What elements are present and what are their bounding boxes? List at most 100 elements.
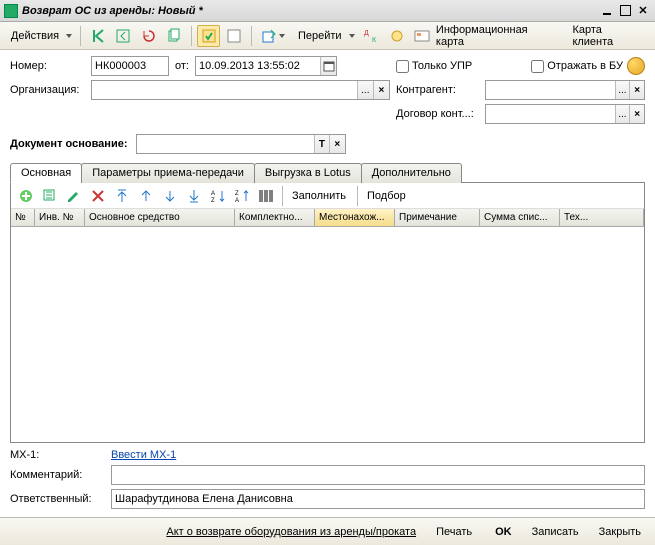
move-up-button[interactable] (135, 186, 157, 206)
number-field[interactable] (91, 56, 169, 76)
write-button[interactable]: Записать (526, 522, 585, 542)
unpost-button[interactable] (222, 25, 245, 47)
print-menu[interactable]: Печать (430, 522, 481, 542)
post-button[interactable] (197, 25, 220, 47)
sort-desc-button[interactable]: ZA (231, 186, 253, 206)
move-top-button[interactable] (111, 186, 133, 206)
resp-field[interactable] (111, 489, 645, 509)
minimize-button[interactable] (599, 4, 615, 18)
refresh-button[interactable] (137, 25, 160, 47)
col-location[interactable]: Местонахож... (315, 209, 395, 226)
copy-row-icon (42, 188, 58, 204)
date-field[interactable] (195, 56, 337, 76)
infocard-button[interactable]: Информационная карта (410, 25, 562, 47)
move-down-button[interactable] (159, 186, 181, 206)
org-field[interactable]: ... × (91, 80, 390, 100)
resp-input[interactable] (112, 490, 644, 508)
main-toolbar: Действия Перейти ДК Информационная карта… (0, 22, 655, 50)
card-icon (414, 28, 429, 44)
clientcard-button[interactable]: Карта клиента (564, 25, 651, 47)
grid-body[interactable] (11, 227, 644, 427)
svg-text:Z: Z (235, 191, 239, 197)
coin-icon[interactable] (627, 57, 645, 75)
only-upr-label: Только УПР (412, 60, 472, 72)
close-button[interactable]: ✕ (635, 4, 651, 18)
counterparty-select-button[interactable]: ... (615, 81, 630, 99)
data-grid[interactable]: № Инв. № Основное средство Комплектно...… (11, 209, 644, 442)
go-menu[interactable]: Перейти (291, 25, 358, 47)
copy-button[interactable] (162, 25, 185, 47)
col-note[interactable]: Примечание (395, 209, 480, 226)
separator (357, 186, 358, 206)
actions-menu[interactable]: Действия (4, 25, 75, 47)
clientcard-label: Карта клиента (568, 24, 647, 48)
nav-first-button[interactable] (86, 25, 109, 47)
org-clear-button[interactable]: × (373, 81, 389, 99)
tab-lotus[interactable]: Выгрузка в Lotus (254, 163, 362, 183)
dk-button[interactable]: ДК (360, 25, 383, 47)
arrow-top-icon (114, 188, 130, 204)
svg-text:Д: Д (364, 30, 369, 37)
sort-desc-icon: ZA (234, 188, 250, 204)
only-upr-checkbox[interactable]: Только УПР (396, 60, 472, 73)
mx1-label: МХ-1: (10, 449, 105, 461)
col-writeoff[interactable]: Сумма спис... (480, 209, 560, 226)
act-label: Акт о возврате оборудования из аренды/пр… (166, 526, 416, 538)
calendar-button[interactable] (320, 57, 336, 75)
docbase-field[interactable]: T × (136, 134, 346, 154)
sort-asc-button[interactable]: AZ (207, 186, 229, 206)
docbase-clear-button[interactable]: × (329, 135, 344, 153)
counterparty-input[interactable] (486, 81, 615, 99)
refresh-icon (141, 28, 156, 44)
col-inv[interactable]: Инв. № (35, 209, 85, 226)
delete-icon (90, 188, 106, 204)
docbase-type-button[interactable]: T (314, 135, 329, 153)
barcode-button[interactable] (255, 186, 277, 206)
copy-row-button[interactable] (39, 186, 61, 206)
counterparty-clear-button[interactable]: × (629, 81, 644, 99)
app-icon (4, 4, 18, 18)
contract-field[interactable]: ... × (485, 104, 645, 124)
add-row-button[interactable] (15, 186, 37, 206)
delete-row-button[interactable] (87, 186, 109, 206)
contract-clear-button[interactable]: × (629, 105, 644, 123)
act-link[interactable]: Акт о возврате оборудования из аренды/пр… (160, 522, 422, 542)
infocard-label: Информационная карта (432, 24, 559, 48)
reflect-bu-checkbox[interactable]: Отражать в БУ (531, 60, 623, 73)
select-button[interactable]: Подбор (363, 190, 410, 202)
org-input[interactable] (92, 81, 357, 99)
close-form-button[interactable]: Закрыть (593, 522, 647, 542)
export-button[interactable] (257, 25, 289, 47)
mx1-link[interactable]: Ввести МХ-1 (111, 449, 176, 461)
maximize-button[interactable] (617, 4, 633, 18)
edit-icon (66, 188, 82, 204)
date-input[interactable] (196, 57, 320, 75)
select-label: Подбор (367, 190, 406, 202)
col-num[interactable]: № (11, 209, 35, 226)
fill-menu[interactable]: Заполнить (288, 190, 352, 202)
counterparty-field[interactable]: ... × (485, 80, 645, 100)
comment-input[interactable] (112, 466, 644, 484)
nav-prev-button[interactable] (111, 25, 134, 47)
only-upr-input[interactable] (396, 60, 409, 73)
tab-extra[interactable]: Дополнительно (361, 163, 462, 183)
number-input[interactable] (92, 57, 168, 75)
org-select-button[interactable]: ... (357, 81, 373, 99)
col-tech[interactable]: Тех... (560, 209, 644, 226)
col-asset[interactable]: Основное средство (85, 209, 235, 226)
docbase-input[interactable] (137, 135, 314, 153)
move-bottom-button[interactable] (183, 186, 205, 206)
ok-button[interactable]: OK (489, 522, 518, 542)
edit-row-button[interactable] (63, 186, 85, 206)
sort-asc-icon: AZ (210, 188, 226, 204)
tab-params[interactable]: Параметры приема-передачи (81, 163, 255, 183)
contract-input[interactable] (486, 105, 615, 123)
comment-field[interactable] (111, 465, 645, 485)
reflect-bu-input[interactable] (531, 60, 544, 73)
tab-main[interactable]: Основная (10, 163, 82, 183)
col-complete[interactable]: Комплектно... (235, 209, 315, 226)
contract-select-button[interactable]: ... (615, 105, 630, 123)
post-icon (201, 28, 216, 44)
settings-button[interactable] (385, 25, 408, 47)
arrow-first-icon (90, 28, 105, 44)
